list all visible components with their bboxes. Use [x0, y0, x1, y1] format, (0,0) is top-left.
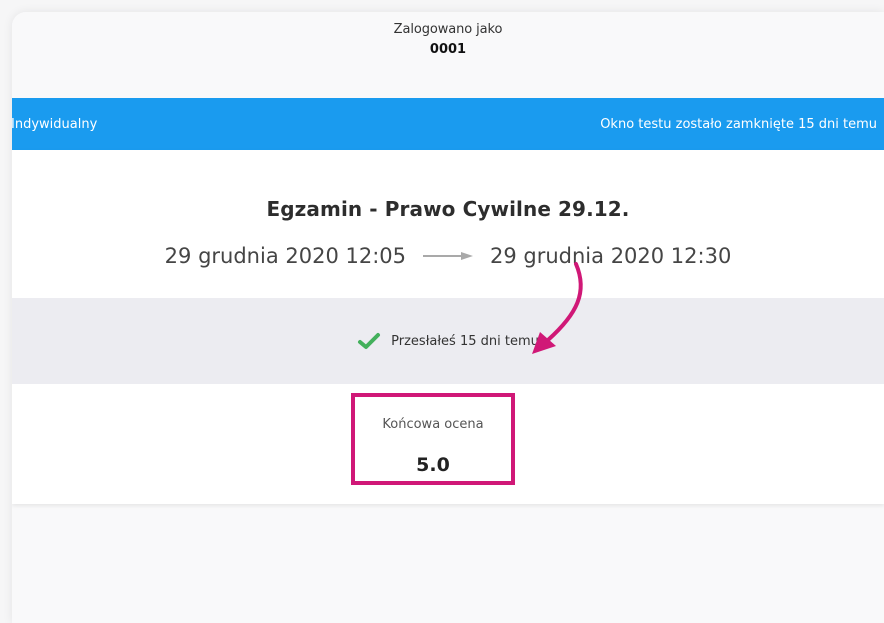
right-arrow-icon	[417, 246, 479, 266]
exam-mode: Indywidualny	[12, 116, 98, 132]
exam-card: Egzamin - Prawo Cywilne 29.12. 29 grudni…	[12, 150, 884, 504]
final-grade-box: Końcowa ocena 5.0	[351, 393, 515, 485]
final-grade-label: Końcowa ocena	[382, 417, 484, 432]
exam-status-bar: Indywidualny Okno testu zostało zamknięt…	[12, 98, 884, 150]
exam-result-panel: Zalogowano jako 0001 Indywidualny Okno t…	[12, 12, 884, 623]
user-id: 0001	[429, 42, 467, 57]
exam-dates: 29 grudnia 2020 12:05 29 grudnia 2020 12…	[12, 244, 884, 268]
check-icon	[357, 329, 381, 353]
exam-start-date: 29 grudnia 2020 12:05	[164, 244, 406, 268]
submitted-text: Przesłałeś 15 dni temu	[391, 333, 539, 349]
test-window-status: Okno testu zostało zamknięte 15 dni temu	[600, 116, 877, 132]
final-grade-value: 5.0	[416, 454, 450, 476]
exam-end-date: 29 grudnia 2020 12:30	[490, 244, 732, 268]
exam-title: Egzamin - Prawo Cywilne 29.12.	[266, 197, 630, 221]
submission-status: Przesłałeś 15 dni temu	[12, 298, 884, 384]
login-header: Zalogowano jako 0001	[12, 12, 884, 98]
logged-in-label: Zalogowano jako	[393, 22, 503, 37]
